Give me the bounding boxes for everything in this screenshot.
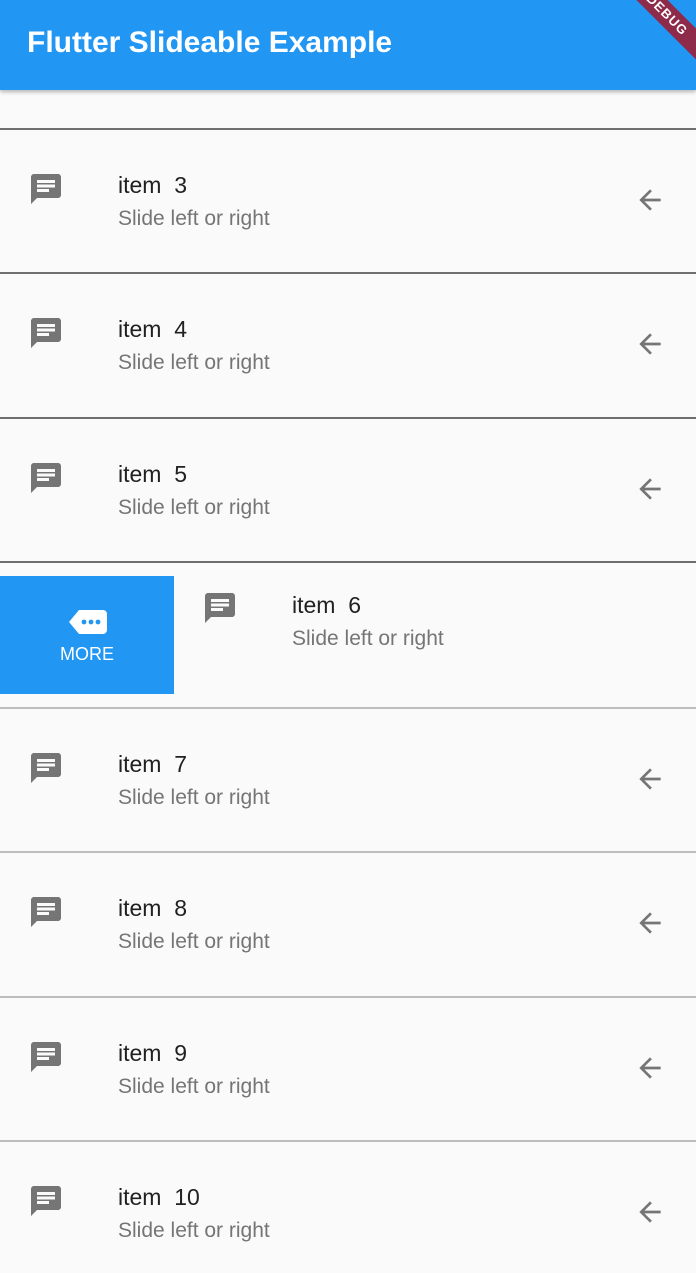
message-icon	[31, 1042, 61, 1072]
list-item-10[interactable]: item 10 Slide left or right	[0, 1141, 696, 1273]
arrow-back-icon[interactable]	[634, 1196, 666, 1228]
item-subtitle: Slide left or right	[118, 496, 270, 519]
list-item-6[interactable]: MORE item 6 Slide left or right	[0, 562, 696, 706]
item-subtitle: Slide left or right	[118, 786, 270, 809]
message-icon	[31, 463, 61, 493]
item-title: item 5	[118, 461, 188, 487]
list-item-4[interactable]: item 4 Slide left or right	[0, 273, 696, 417]
slid-item-content[interactable]: item 6 Slide left or right	[174, 562, 696, 706]
message-icon	[31, 1186, 61, 1216]
app-title: Flutter Slideable Example	[27, 26, 393, 59]
list-item-5[interactable]: item 5 Slide left or right	[0, 418, 696, 562]
more-action-button[interactable]: MORE	[0, 576, 174, 694]
item-title: item 8	[118, 895, 188, 921]
item-subtitle: Slide left or right	[118, 351, 270, 374]
list-item-9[interactable]: item 9 Slide left or right	[0, 997, 696, 1141]
message-icon	[31, 897, 61, 927]
list-item-3[interactable]: item 3 Slide left or right	[0, 129, 696, 273]
slidable-list[interactable]: item 3 Slide left or right item 4 Slide …	[0, 90, 696, 1273]
message-icon	[31, 174, 61, 204]
more-action-label: MORE	[60, 644, 114, 664]
arrow-back-icon[interactable]	[634, 184, 666, 216]
more-chat-icon	[69, 610, 107, 634]
item-title: item 4	[118, 316, 188, 342]
list-item-8[interactable]: item 8 Slide left or right	[0, 852, 696, 996]
item-subtitle: Slide left or right	[118, 1075, 270, 1098]
arrow-back-icon[interactable]	[634, 763, 666, 795]
item-subtitle: Slide left or right	[118, 207, 270, 230]
list-item-7[interactable]: item 7 Slide left or right	[0, 708, 696, 852]
arrow-back-icon[interactable]	[634, 907, 666, 939]
item-title: item 6	[292, 592, 362, 618]
app-bar: Flutter Slideable Example DEBUG	[0, 0, 696, 90]
item-title: item 3	[118, 172, 188, 198]
arrow-back-icon[interactable]	[634, 473, 666, 505]
arrow-back-icon[interactable]	[634, 328, 666, 360]
item-subtitle: Slide left or right	[292, 627, 444, 650]
item-title: item 10	[118, 1184, 200, 1210]
item-subtitle: Slide left or right	[118, 930, 270, 953]
debug-banner: DEBUG	[606, 0, 696, 76]
item-subtitle: Slide left or right	[118, 1219, 270, 1242]
message-icon	[31, 753, 61, 783]
arrow-back-icon[interactable]	[634, 1052, 666, 1084]
item-title: item 9	[118, 1040, 188, 1066]
message-icon	[31, 318, 61, 348]
item-title: item 7	[118, 751, 188, 777]
message-icon	[205, 593, 235, 623]
